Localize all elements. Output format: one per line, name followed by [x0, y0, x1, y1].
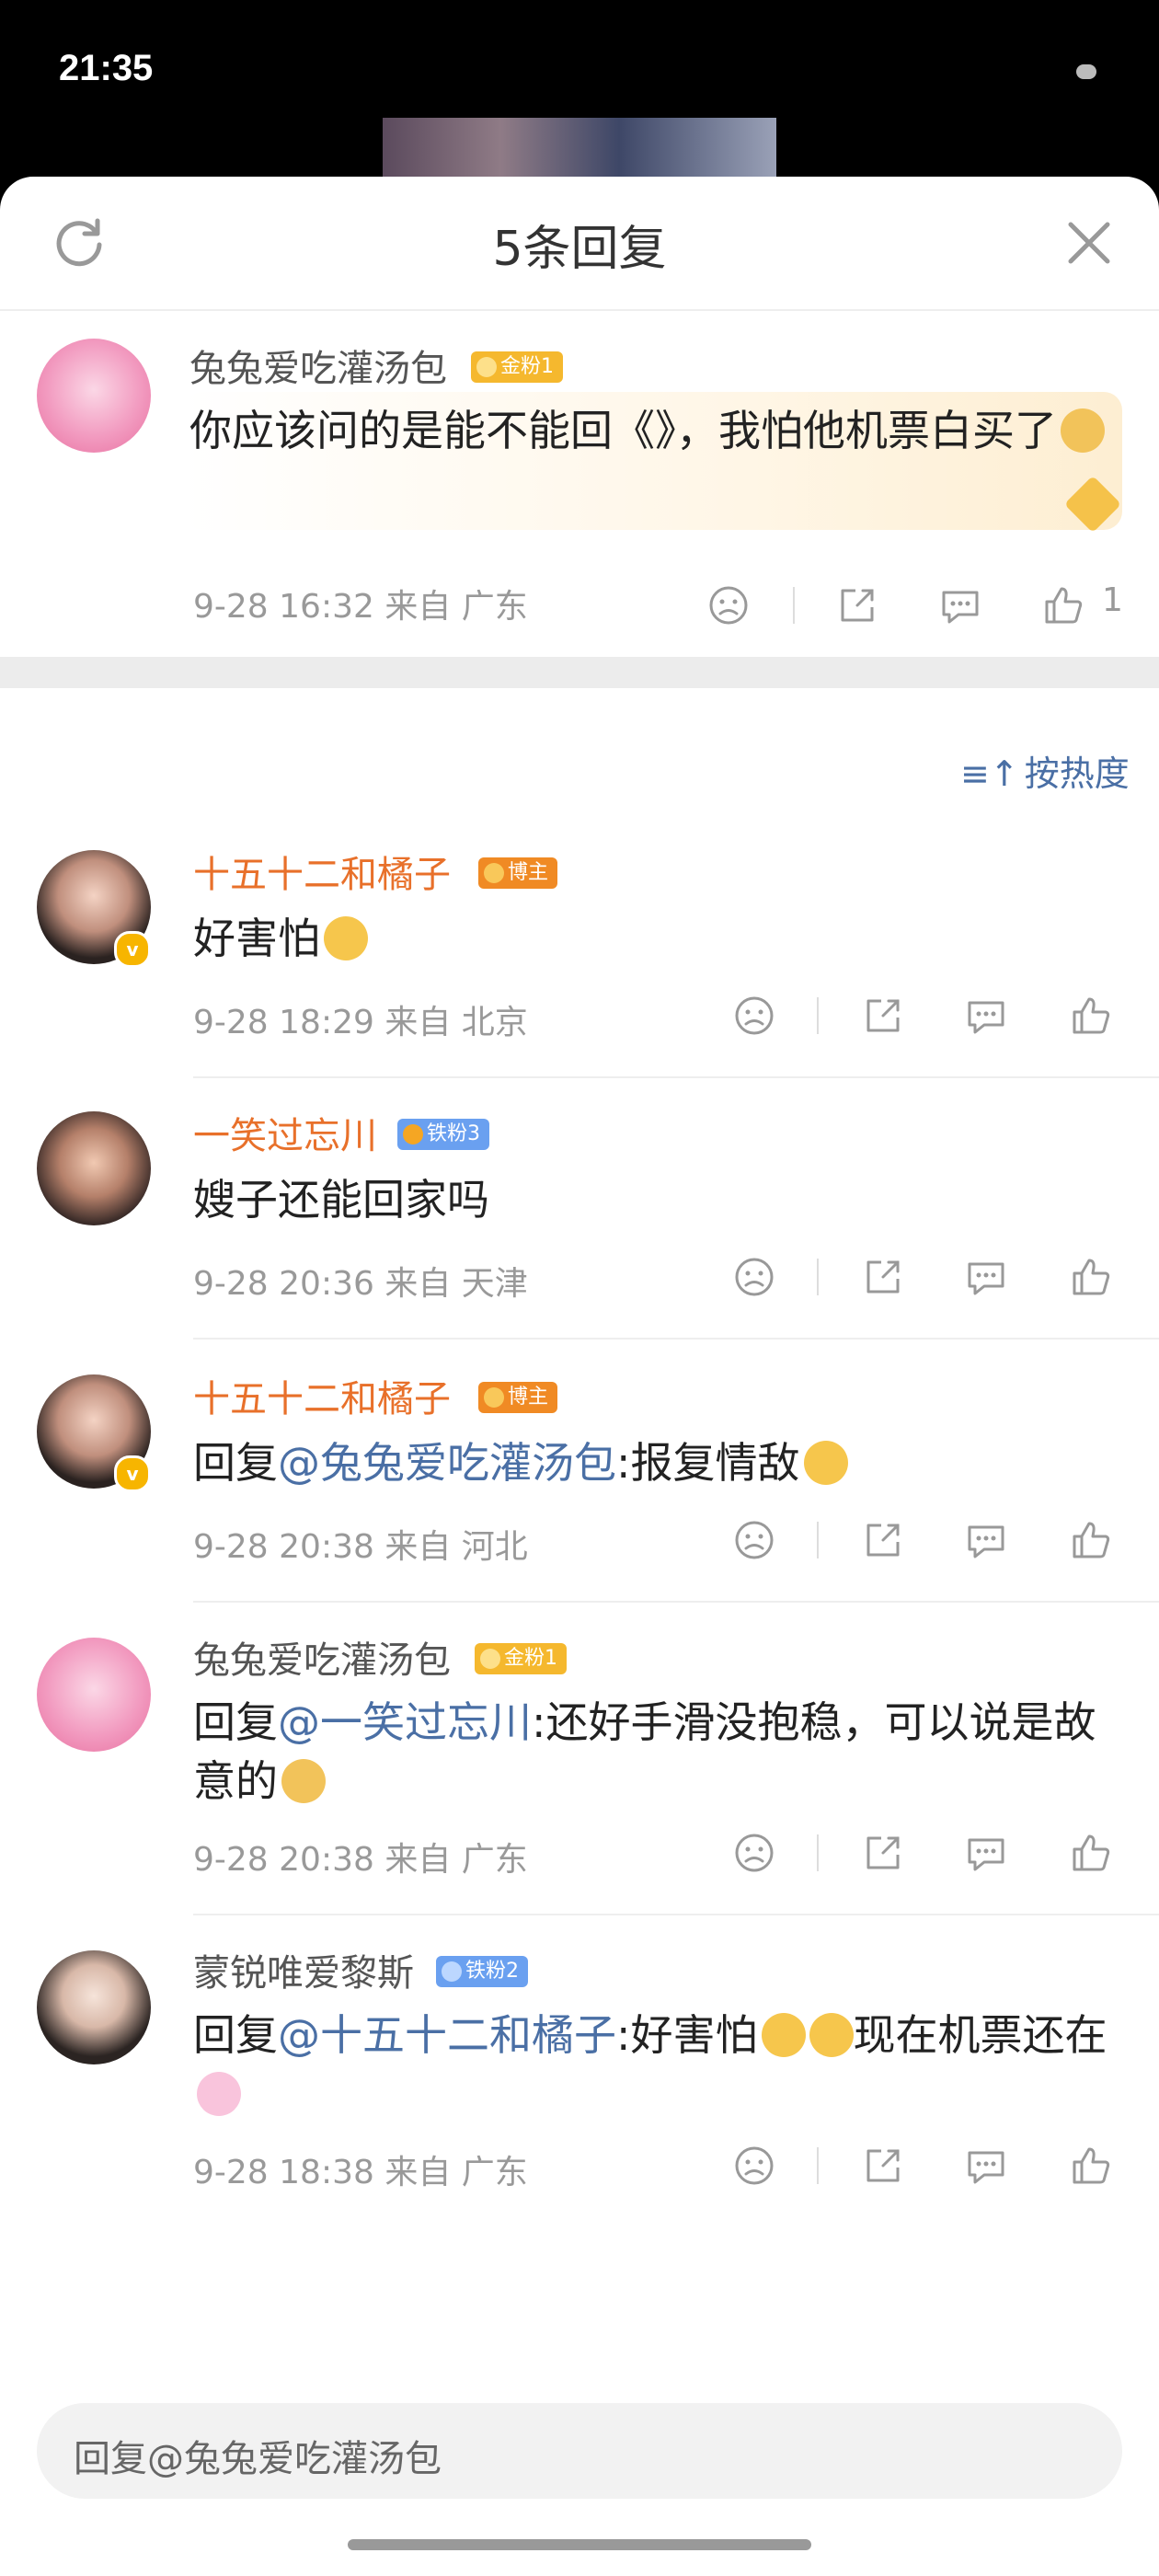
scared-emoji-icon [324, 916, 368, 960]
reply-text: 嫂子还能回家吗 [193, 1175, 489, 1225]
mention-link[interactable]: @十五十二和橘子 [278, 2010, 616, 2060]
crying-emoji-icon [809, 2013, 854, 2057]
reply-meta: 9-28 18:29 来自 北京 [193, 1004, 528, 1041]
share-icon[interactable] [861, 1831, 905, 1875]
reply-meta: 9-28 20:38 来自 河北 [193, 1528, 528, 1566]
comment-meta: 9-28 16:32 来自 广东 [193, 588, 528, 626]
action-divider [793, 587, 795, 624]
share-icon[interactable] [835, 583, 879, 627]
action-divider [817, 1522, 819, 1558]
fan-badge: 金粉1 [475, 1643, 567, 1674]
replies-sheet: 5条回复 兔兔爱吃灌汤包 金粉1 你应该问的是能不能回《》，我怕他机票白买了 9… [0, 177, 1159, 2576]
like-icon[interactable] [1069, 2144, 1113, 2188]
reply-meta: 9-28 20:38 来自 广东 [193, 1841, 528, 1879]
avatar[interactable] [37, 339, 151, 453]
blogger-badge: 博主 [478, 857, 558, 889]
crying-emoji-icon [803, 1441, 848, 1485]
comment-text: 你应该问的是能不能回《》，我怕他机票白买了 [189, 401, 1109, 460]
dislike-icon[interactable] [732, 1831, 776, 1875]
close-icon[interactable] [1060, 213, 1119, 272]
reply-divider [193, 1338, 1159, 1340]
like-icon[interactable] [1069, 1518, 1113, 1562]
action-divider [817, 2147, 819, 2184]
status-time: 21:35 [59, 48, 154, 88]
dislike-icon[interactable] [732, 994, 776, 1038]
avatar[interactable] [37, 1638, 151, 1752]
iron-fan-badge: 铁粉2 [436, 1956, 528, 1987]
sheet-title: 5条回复 [492, 222, 667, 277]
comment-icon[interactable] [964, 1518, 1008, 1562]
reply-text: 回复@兔兔爱吃灌汤包:报复情敌 [193, 1433, 1113, 1492]
home-indicator[interactable] [348, 2539, 811, 2550]
crying-emoji-icon [761, 2013, 806, 2057]
mention-link[interactable]: @一笑过忘川 [278, 1697, 532, 1747]
action-divider [817, 997, 819, 1034]
username[interactable]: 十五十二和橘子 [193, 1369, 451, 1422]
reply-text: 回复@一笑过忘川:还好手滑没抱稳，可以说是故意的 [193, 1697, 1096, 1806]
share-icon[interactable] [861, 1255, 905, 1299]
like-count: 1 [1102, 581, 1123, 619]
reply-text: 回复@十五十二和橘子:好害怕 现在机票还在 [193, 2006, 1113, 2123]
verified-icon: v [114, 1455, 151, 1492]
action-divider [817, 1834, 819, 1871]
diamond-icon [442, 1961, 462, 1982]
reply-meta: 9-28 20:36 来自 天津 [193, 1265, 528, 1303]
like-icon[interactable] [1041, 583, 1085, 627]
badge-icon [480, 1649, 500, 1669]
verified-icon: v [114, 931, 151, 968]
doge-emoji-icon [1061, 408, 1105, 453]
section-separator [0, 657, 1159, 688]
comment-icon[interactable] [964, 1255, 1008, 1299]
badge-icon [484, 1387, 504, 1408]
username[interactable]: 兔兔爱吃灌汤包 [193, 1630, 451, 1684]
comment-icon[interactable] [938, 583, 982, 627]
avatar[interactable] [37, 1111, 151, 1225]
badge-icon [484, 863, 504, 883]
avatar[interactable] [37, 1950, 151, 2064]
like-icon[interactable] [1069, 1255, 1113, 1299]
fan-badge: 金粉1 [471, 351, 563, 383]
mention-link[interactable]: @兔兔爱吃灌汤包 [278, 1438, 616, 1488]
username[interactable]: 兔兔爱吃灌汤包 [189, 339, 447, 392]
action-divider [817, 1259, 819, 1295]
share-icon[interactable] [861, 994, 905, 1038]
comment-icon[interactable] [964, 2144, 1008, 2188]
username[interactable]: 一笑过忘川 [193, 1106, 377, 1159]
reply-input-placeholder: 回复@兔兔爱吃灌汤包 [74, 2438, 442, 2480]
dislike-icon[interactable] [732, 2144, 776, 2188]
dislike-icon[interactable] [732, 1255, 776, 1299]
doge-emoji-icon [281, 1759, 326, 1803]
blogger-badge: 博主 [478, 1382, 558, 1413]
iron-fan-badge: 铁粉3 [397, 1119, 489, 1150]
bunny-emoji-icon [197, 2072, 241, 2116]
dislike-icon[interactable] [706, 583, 751, 627]
dislike-icon[interactable] [732, 1518, 776, 1562]
username[interactable]: 十五十二和橘子 [193, 845, 451, 898]
reply-divider [193, 1076, 1159, 1078]
reply-divider [193, 1914, 1159, 1915]
video-background [383, 118, 776, 182]
like-icon[interactable] [1069, 1831, 1113, 1875]
crown-icon [403, 1124, 423, 1144]
badge-icon [476, 357, 497, 377]
comment-icon[interactable] [964, 994, 1008, 1038]
reply-input[interactable]: 回复@兔兔爱吃灌汤包 [37, 2403, 1122, 2499]
sheet-header: 5条回复 [0, 177, 1159, 311]
username[interactable]: 蒙锐唯爱黎斯 [193, 1943, 414, 1996]
comment-icon[interactable] [964, 1831, 1008, 1875]
reply-divider [193, 1601, 1159, 1603]
status-indicator-icon [1076, 64, 1096, 79]
sort-icon: ≡↑ [960, 753, 1019, 794]
reply-text: 好害怕 [193, 909, 1113, 968]
reply-meta: 9-28 18:38 来自 广东 [193, 2154, 528, 2191]
like-icon[interactable] [1069, 994, 1113, 1038]
share-icon[interactable] [861, 2144, 905, 2188]
sort-button[interactable]: ≡↑ 按热度 [960, 745, 1130, 796]
share-icon[interactable] [861, 1518, 905, 1562]
